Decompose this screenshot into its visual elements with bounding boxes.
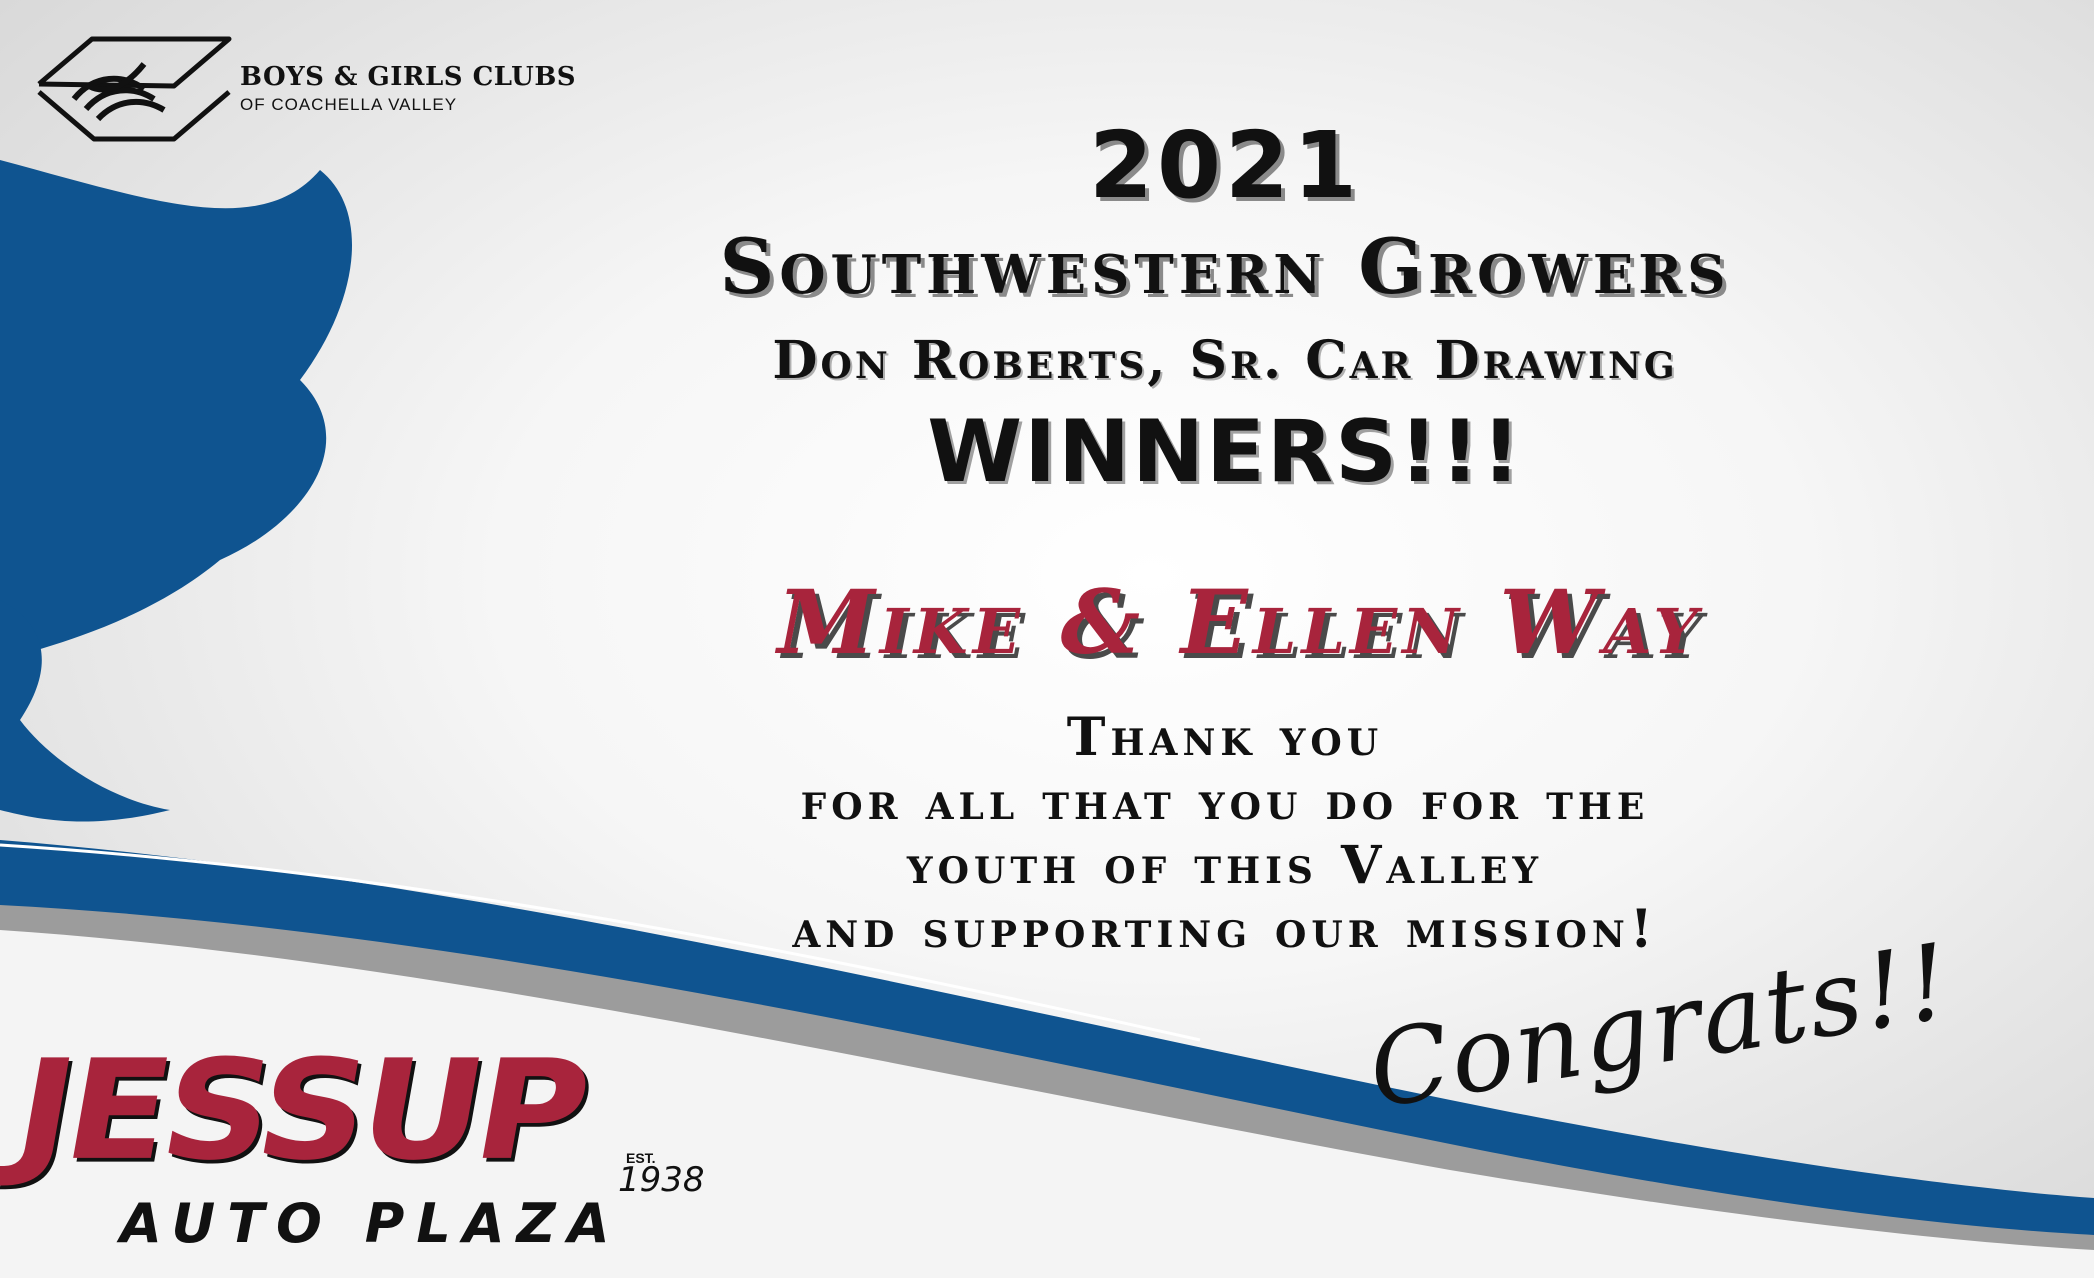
thanks-line: for all that you do for the bbox=[800, 771, 1650, 832]
headline-drawing: Don Roberts, Sr. Car Drawing bbox=[772, 330, 1678, 391]
headline-year: 2021 bbox=[1088, 112, 1362, 219]
headline-winners: WINNERS!!! bbox=[927, 402, 1523, 502]
blue-ribbon-top bbox=[0, 160, 353, 660]
sponsor-tagline: AUTO PLAZA bbox=[120, 1192, 622, 1255]
boys-girls-clubs-logo-icon bbox=[37, 36, 232, 142]
jessup-auto-plaza-logo: JESSUP EST. 1938 AUTO PLAZA bbox=[4, 1031, 710, 1255]
thank-you-message: Thank you for all that you do for the yo… bbox=[500, 706, 1950, 962]
headline-event: Southwestern Growers bbox=[719, 222, 1731, 311]
thanks-line: youth of this Valley bbox=[906, 835, 1544, 896]
org-name-block: BOYS & GIRLS CLUBS OF COACHELLA VALLEY bbox=[240, 62, 576, 115]
org-name: BOYS & GIRLS CLUBS bbox=[240, 62, 577, 92]
thanks-line: Thank you bbox=[1066, 707, 1384, 768]
winner-names: Mike & Ellen Way bbox=[777, 570, 1703, 674]
sponsor-est-year: 1938 bbox=[618, 1160, 705, 1200]
sponsor-name: JESSUP bbox=[3, 1030, 596, 1192]
